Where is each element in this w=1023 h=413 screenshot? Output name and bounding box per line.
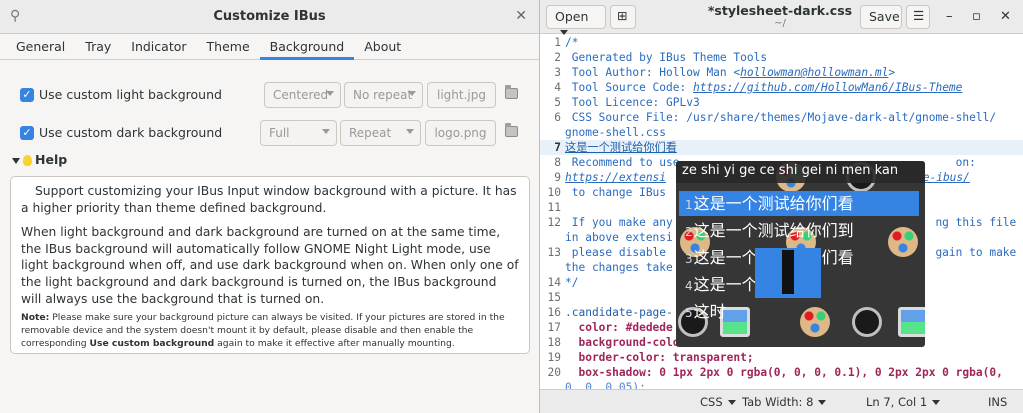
code-line: 5 Tool Licence: GPLv3 — [554, 96, 700, 109]
code-line: 3 Tool Author: Hollow Man <hollowman@hol… — [554, 66, 896, 79]
light-background-checkbox[interactable]: ✓ — [20, 88, 34, 102]
cursor-position[interactable]: Ln 7, Col 1 — [866, 395, 941, 409]
close-icon[interactable]: ✕ — [515, 8, 527, 24]
new-tab-icon: ⊞ — [617, 8, 628, 23]
save-button[interactable]: Save — [860, 5, 902, 29]
code-line: 19 border-color: transparent; — [547, 351, 754, 364]
help-expander[interactable]: Help — [12, 152, 67, 167]
help-note: Note: Please make sure your background p… — [21, 311, 519, 350]
light-repeat-dropdown[interactable]: No repeat — [344, 82, 423, 108]
tab-background[interactable]: Background — [259, 34, 355, 60]
code-line: gnome-shell.css — [565, 126, 667, 139]
dark-repeat-value: Repeat — [349, 126, 392, 140]
light-background-label: Use custom light background — [39, 87, 222, 102]
code-line: 20 box-shadow: 0 1px 2px 0 rgba(0, 0, 0,… — [547, 366, 1003, 379]
note-tail: again to make it effective after manuall… — [214, 338, 455, 350]
tab-tray[interactable]: Tray — [75, 34, 121, 60]
code-line: 2 Generated by IBus Theme Tools — [554, 51, 768, 64]
tab-general[interactable]: General — [6, 34, 75, 60]
document-path: ~/ — [774, 18, 786, 29]
tab-width-selector[interactable]: Tab Width: 8 — [742, 395, 827, 409]
open-button[interactable]: Open — [546, 5, 606, 35]
dark-file-button[interactable]: logo.png — [425, 120, 496, 146]
expander-arrow-icon — [12, 157, 20, 164]
dark-background-checkbox[interactable]: ✓ — [20, 126, 34, 140]
background-settings: ✓ Use custom light background Centered N… — [10, 72, 530, 158]
folder-icon[interactable] — [505, 123, 518, 137]
dark-background-row: ✓ Use custom dark background Full Repeat… — [10, 120, 530, 146]
hamburger-icon: ☰ — [913, 8, 925, 23]
close-icon[interactable]: ✕ — [1000, 9, 1011, 24]
code-line: 0, 0, 0.05); — [565, 381, 646, 389]
tab-theme[interactable]: Theme — [197, 34, 260, 60]
tab-indicator[interactable]: Indicator — [121, 34, 196, 60]
dark-position-value: Full — [269, 126, 290, 140]
minimize-icon[interactable]: – — [946, 9, 953, 24]
chevron-down-icon — [818, 400, 827, 405]
background-logo-image — [755, 248, 821, 298]
note-label: Note: — [21, 312, 50, 324]
menu-button[interactable]: ☰ — [906, 5, 930, 29]
desktop: ⚲ Customize IBus ✕ General Tray Indicato… — [0, 0, 1023, 413]
gedit-headerbar: Open ⊞ *stylesheet-dark.css ~/ Save ☰ – … — [540, 0, 1023, 35]
dark-repeat-dropdown[interactable]: Repeat — [340, 120, 421, 146]
light-repeat-value: No repeat — [353, 88, 413, 102]
code-line: 6 CSS Source File: /usr/share/themes/Moj… — [554, 111, 997, 124]
chevron-down-icon — [322, 129, 330, 134]
chevron-down-icon — [727, 400, 736, 405]
help-paragraph-1: Support customizing your IBus Input wind… — [21, 184, 517, 215]
ibus-titlebar: ⚲ Customize IBus ✕ — [0, 0, 539, 34]
candidate-item[interactable]: 1这是一个测试给你们看 — [679, 191, 919, 216]
candidate-preedit: ze shi yi ge ce shi gei ni men kan — [676, 161, 925, 183]
help-panel: Support customizing your IBus Input wind… — [10, 176, 530, 354]
new-tab-button[interactable]: ⊞ — [610, 5, 636, 29]
candidate-item[interactable]: 5这时 — [679, 299, 919, 324]
chevron-down-icon — [406, 129, 414, 134]
dark-position-dropdown[interactable]: Full — [260, 120, 337, 146]
tab-bar: General Tray Indicator Theme Background … — [0, 34, 539, 60]
language-selector[interactable]: CSS — [700, 395, 736, 409]
folder-icon[interactable] — [505, 85, 518, 99]
tab-about[interactable]: About — [354, 34, 411, 60]
maximize-icon[interactable]: ▫ — [972, 9, 981, 24]
help-heading: Help — [35, 152, 68, 167]
code-line: 4 Tool Source Code: https://github.com/H… — [554, 81, 963, 94]
window-title: Customize IBus — [213, 9, 326, 24]
candidate-item[interactable]: 2这是一个测试给你们到 — [679, 218, 919, 243]
chevron-down-icon — [326, 91, 334, 96]
insert-mode: INS — [988, 395, 1008, 409]
code-line: 1/* — [554, 36, 579, 49]
current-code-line: 7 这是一个测试给你们看 — [540, 140, 1023, 155]
chevron-down-icon — [932, 400, 941, 405]
note-bold: Use custom background — [89, 338, 215, 350]
help-paragraph-2: When light background and dark backgroun… — [21, 225, 519, 306]
light-position-value: Centered — [273, 88, 329, 102]
dark-background-label: Use custom dark background — [39, 125, 223, 140]
lightbulb-icon — [23, 155, 32, 166]
ibus-window: ⚲ Customize IBus ✕ General Tray Indicato… — [0, 0, 540, 413]
status-bar: CSS Tab Width: 8 Ln 7, Col 1 INS — [540, 389, 1023, 413]
light-background-row: ✓ Use custom light background Centered N… — [10, 82, 530, 108]
open-label: Open — [555, 9, 589, 24]
light-position-dropdown[interactable]: Centered — [264, 82, 341, 108]
chevron-down-icon — [408, 91, 416, 96]
document-title: *stylesheet-dark.css — [707, 3, 853, 18]
light-file-button[interactable]: light.jpg — [427, 82, 496, 108]
